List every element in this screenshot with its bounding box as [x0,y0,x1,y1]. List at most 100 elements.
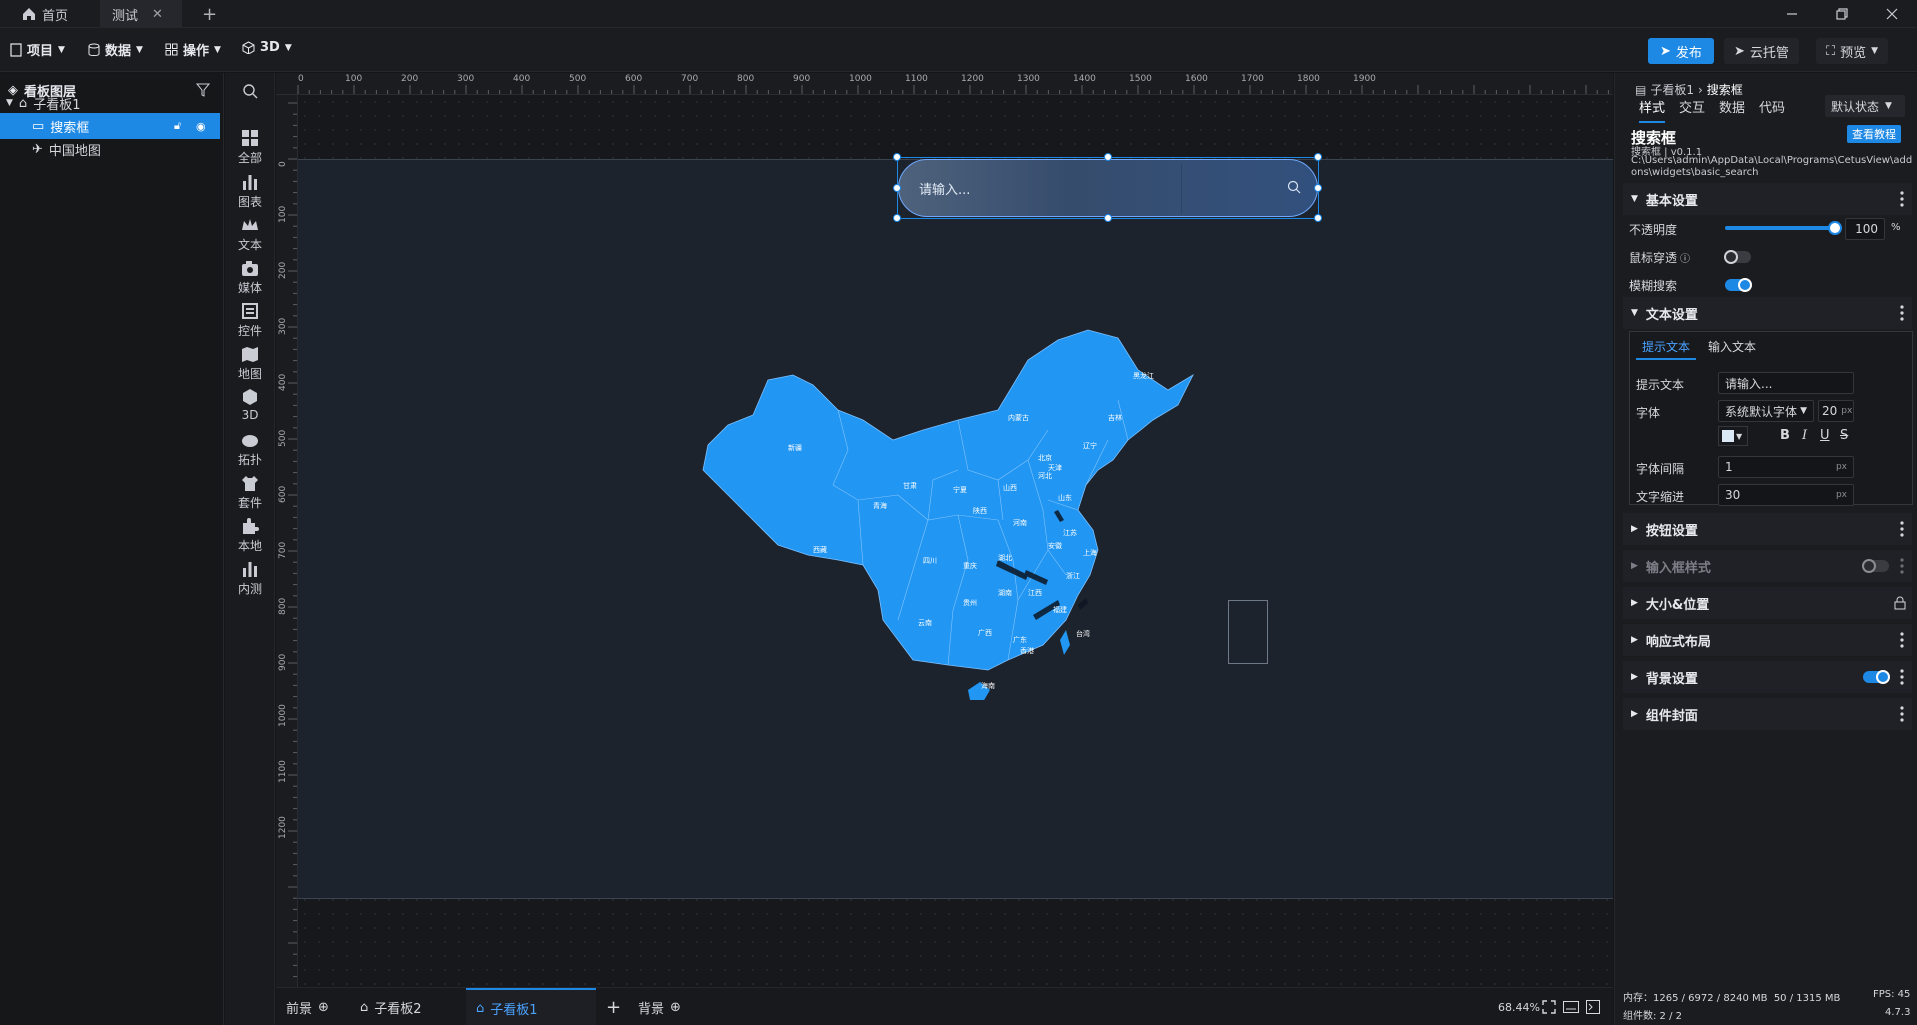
font-color-picker[interactable]: ▼ [1718,426,1748,446]
more-icon[interactable] [1898,190,1906,208]
fit-screen-icon[interactable] [1542,1000,1556,1014]
more-icon[interactable] [1898,304,1906,322]
palette-text[interactable]: 文本 [225,216,275,253]
publish-button[interactable]: ➤ 发布 [1648,38,1714,64]
tab-board1[interactable]: ⌂ 子看板1 [466,988,596,1025]
selection-box[interactable] [893,153,1322,222]
italic-icon[interactable]: I [1802,428,1807,443]
background-toggle[interactable] [1863,670,1890,684]
fuzzy-search-toggle[interactable] [1725,278,1752,292]
minimize-icon[interactable] [1782,4,1802,24]
section-text[interactable]: ▼ 文本设置 [1623,297,1912,329]
window-close-icon[interactable] [1882,4,1902,24]
preview-button[interactable]: ⛶ 预览 ▼ [1816,38,1889,64]
resize-handle[interactable] [1314,153,1322,161]
more-icon[interactable] [1898,520,1906,538]
search-icon[interactable] [242,83,258,99]
terminal-icon[interactable] [1586,1000,1600,1014]
menu-operation[interactable]: 操作 ▼ [165,40,221,59]
text-indent-input[interactable]: 30 px [1718,484,1854,506]
section-button[interactable]: ▶ 按钮设置 [1623,513,1912,545]
tab-home[interactable]: 首页 [10,0,80,28]
section-basic[interactable]: ▼ 基本设置 [1623,183,1912,215]
eye-icon[interactable]: ◉ [196,120,206,133]
section-size-position[interactable]: ▶ 大小&位置 [1623,587,1912,619]
tab-data[interactable]: 数据 [1719,97,1745,123]
more-icon[interactable] [1898,631,1906,649]
palette-beta[interactable]: 内测 [225,560,275,597]
menu-project[interactable]: 项目 ▼ [10,40,65,59]
state-select[interactable]: 默认状态 ▼ [1825,95,1905,117]
tab-code[interactable]: 代码 [1759,97,1785,123]
subtab-input-text[interactable]: 输入文本 [1708,338,1756,360]
bold-icon[interactable]: B [1780,428,1790,443]
resize-handle[interactable] [893,153,901,161]
lock-open-icon[interactable]: 🔓︎ [174,119,181,133]
palette-topology[interactable]: 拓扑 [225,431,275,468]
layer-item-map[interactable]: ✈︎ 中国地图 [0,136,220,162]
new-tab-button[interactable]: + [190,0,229,28]
section-background[interactable]: ▶ 背景设置 [1623,661,1912,693]
design-canvas[interactable]: 黑龙江 吉林 辽宁 内蒙古 北京 天津 河北 山西 山东 新疆 甘肃 宁夏 陕西 河南 江苏 安徽 上海 青海 西藏… [298,95,1613,987]
front-layer-tab[interactable]: 前景 ⊕ [286,988,329,1025]
menu-data[interactable]: 数据 ▼ [88,40,143,59]
close-icon[interactable]: ✕ [152,7,163,22]
palette-map[interactable]: 地图 [225,345,275,382]
resize-handle[interactable] [1104,214,1112,222]
vertical-ruler[interactable]: 0 100 200 300 400 500 600 700 800 900 1000 1100 1200 [276,95,298,987]
board-area[interactable]: 黑龙江 吉林 辽宁 内蒙古 北京 天津 河北 山西 山东 新疆 甘肃 宁夏 陕西 河南 江苏 安徽 上海 青海 西藏… [298,159,1613,899]
lock-icon[interactable] [1894,596,1906,610]
opacity-input[interactable]: 100 [1845,218,1885,240]
section-responsive[interactable]: ▶ 响应式布局 [1623,624,1912,656]
zoom-level[interactable]: 68.44% [1498,988,1540,1025]
tab-board2[interactable]: ⌂ 子看板2 [350,988,450,1025]
letter-spacing-input[interactable]: 1 px [1718,456,1854,478]
add-circle-icon[interactable]: ⊕ [670,1000,681,1015]
subtab-hint-text[interactable]: 提示文本 [1636,338,1697,360]
mouse-through-toggle[interactable] [1724,250,1751,264]
resize-handle[interactable] [1314,184,1322,192]
more-icon[interactable] [1898,668,1906,686]
resize-handle[interactable] [1104,153,1112,161]
restore-icon[interactable] [1832,4,1852,24]
resize-handle[interactable] [893,214,901,222]
resize-handle[interactable] [893,184,901,192]
section-input-style[interactable]: ▶ 输入框样式 [1623,550,1912,582]
breadcrumb-parent[interactable]: 子看板1 [1650,81,1694,98]
more-icon[interactable] [1898,557,1906,575]
china-map[interactable]: 黑龙江吉林辽宁 内蒙古北京天津河北山西山东 新疆甘肃 宁夏陕西河南江苏安徽上海 青海西藏… [698,320,1218,700]
tab-board2-label: 子看板2 [374,1001,422,1017]
section-cover[interactable]: ▶ 组件封面 [1623,698,1912,730]
palette-3d[interactable]: 3D [225,388,275,422]
opacity-slider[interactable] [1725,221,1842,235]
opacity-slider-thumb[interactable] [1828,221,1842,235]
hint-text-input[interactable]: 请输入... [1718,372,1854,394]
letter-spacing-label: 字体间隔 [1636,462,1685,476]
font-family-select[interactable]: 系统默认字体 ▼ [1718,400,1814,422]
palette-local[interactable]: 本地 [225,517,275,554]
tutorial-button[interactable]: 查看教程 [1847,125,1901,143]
zoom-level-value: 68.44% [1498,1000,1540,1014]
background-layer-tab[interactable]: 背景 ⊕ [638,988,681,1025]
palette-all[interactable]: 全部 [225,129,275,166]
keyboard-icon[interactable] [1563,1001,1579,1013]
cloud-hosting-button[interactable]: ➤ 云托管 [1724,38,1799,64]
strikethrough-icon[interactable]: S [1840,428,1848,443]
input-style-toggle[interactable] [1862,559,1889,573]
palette-control[interactable]: 控件 [225,302,275,339]
more-icon[interactable] [1898,705,1906,723]
palette-chart[interactable]: 图表 [225,173,275,210]
tab-test[interactable]: 测试 ✕ [100,0,182,28]
menu-3d[interactable]: 3D ▼ [242,40,292,55]
tab-interaction[interactable]: 交互 [1679,97,1705,123]
underline-icon[interactable]: U [1820,428,1830,443]
tab-style[interactable]: 样式 [1639,97,1666,123]
palette-suite[interactable]: 套件 [225,474,275,511]
font-size-input[interactable]: 20 px [1818,400,1854,422]
add-circle-icon[interactable]: ⊕ [318,1000,329,1015]
palette-media[interactable]: 媒体 [225,259,275,296]
help-icon[interactable]: ⓘ [1680,250,1690,265]
horizontal-ruler[interactable]: 0 100 200 300 400 500 600 700 800 900 1000 1100 1200… [276,73,1613,95]
resize-handle[interactable] [1314,214,1322,222]
add-board-button[interactable]: + [606,988,621,1025]
